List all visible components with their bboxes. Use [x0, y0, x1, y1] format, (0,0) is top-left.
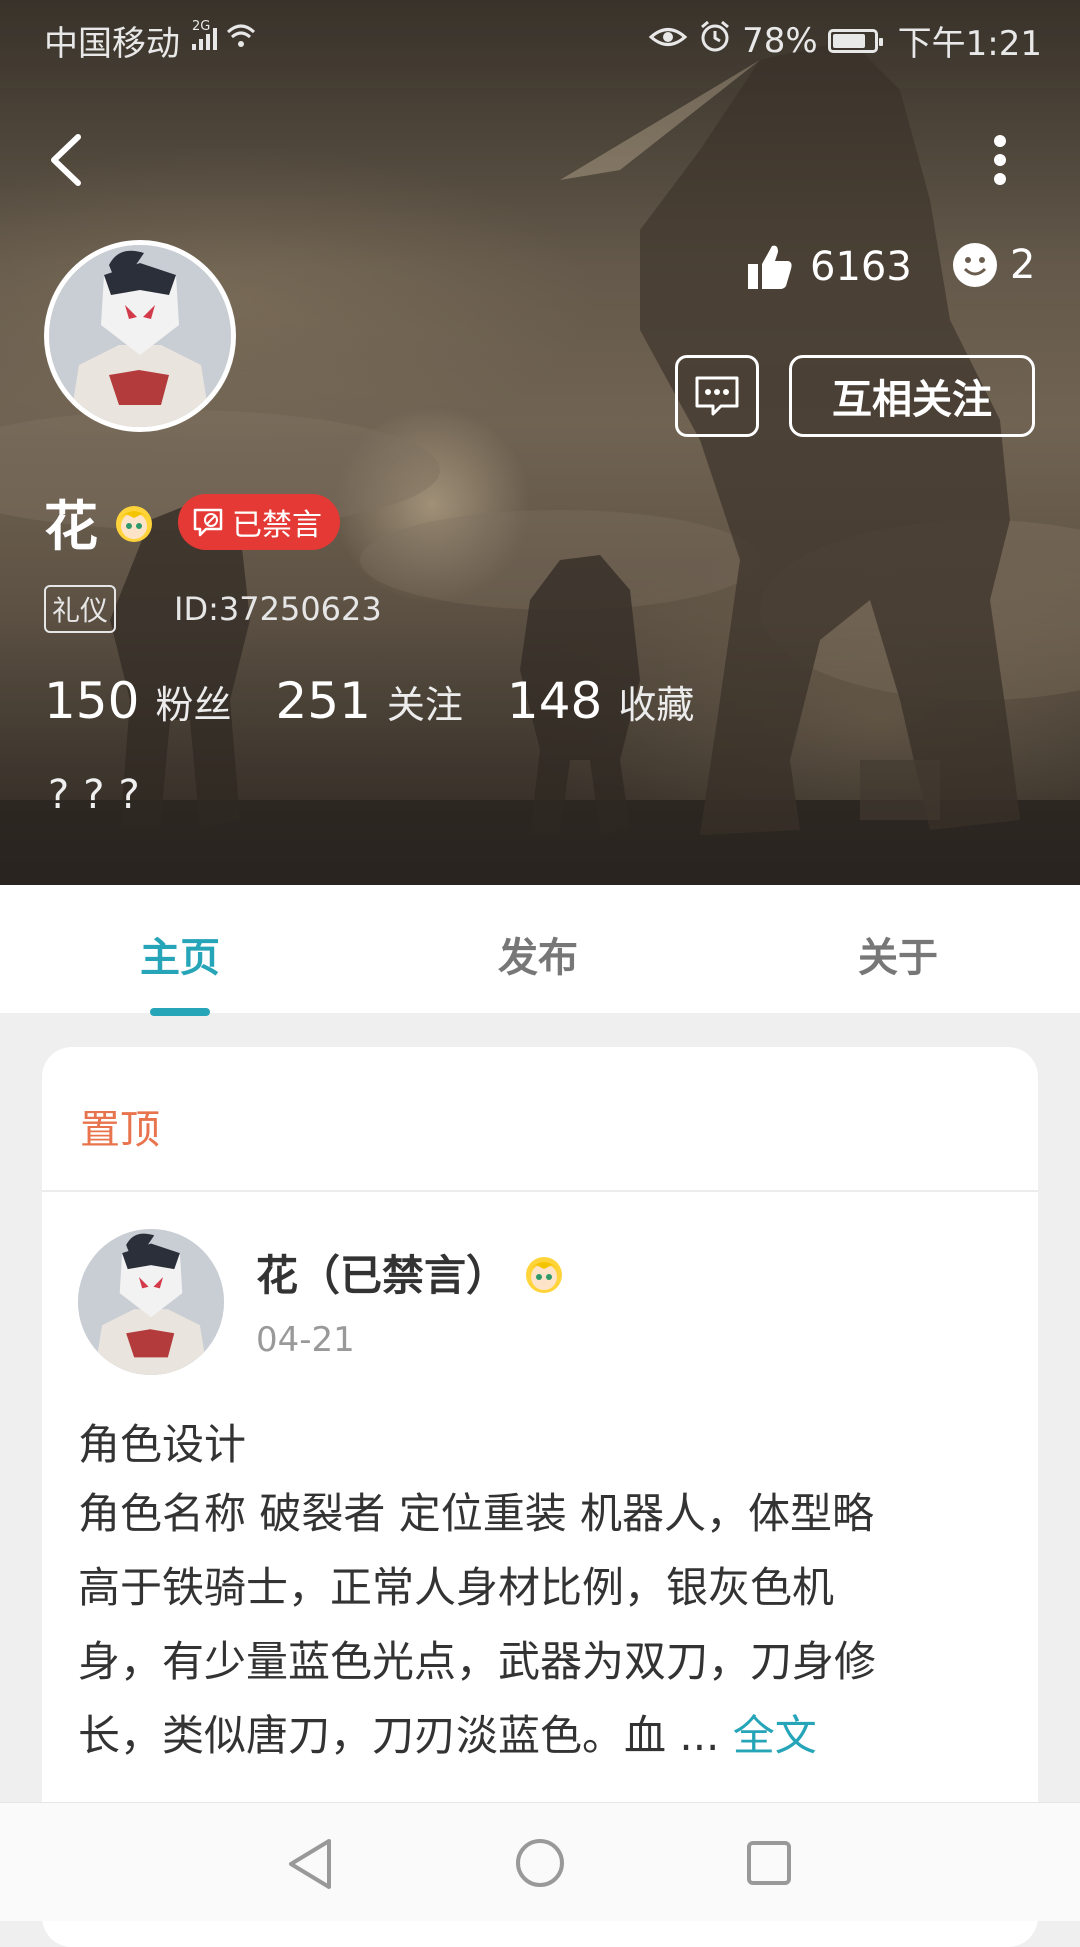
profile-tabs: 主页 发布 关于	[0, 885, 1080, 1013]
post-author-name[interactable]: 花（已禁言）	[256, 1242, 508, 1303]
profile-bio: ???	[48, 772, 154, 818]
tab-posts[interactable]: 发布	[498, 925, 578, 983]
profile-name-row: 花 已禁言	[44, 482, 340, 561]
fans-label[interactable]: 粉丝	[155, 674, 231, 729]
post-author-avatar[interactable]	[78, 1229, 224, 1375]
post-body-line: 角色名称 破裂者 定位重装 机器人，体型略	[78, 1489, 875, 1538]
banned-badge-label: 已禁言	[232, 507, 322, 543]
profile-name: 花	[44, 495, 98, 558]
favorites-count[interactable]: 148	[507, 672, 602, 730]
post-title: 角色设计	[78, 1420, 247, 1469]
character-emoji-icon	[116, 505, 152, 542]
following-label[interactable]: 关注	[387, 674, 463, 729]
carrier-label: 中国移动	[44, 24, 180, 64]
nav-recent-apps-icon[interactable]	[745, 1839, 793, 1887]
thumbs-up-icon	[748, 245, 792, 289]
post-date: 04-21	[256, 1320, 355, 1360]
back-button[interactable]	[40, 125, 100, 195]
clock: 下午1:21	[897, 24, 1042, 64]
active-tab-indicator	[150, 1008, 210, 1016]
fans-count[interactable]: 150	[44, 672, 139, 730]
likes-count: 6163	[810, 244, 912, 290]
following-count[interactable]: 251	[275, 672, 370, 730]
profile-tag: 礼仪	[44, 585, 117, 633]
alarm-icon	[698, 19, 732, 62]
tab-about[interactable]: 关于	[858, 925, 938, 983]
banned-badge: 已禁言	[178, 493, 340, 550]
post-author-row: 花（已禁言）	[256, 1242, 566, 1303]
tab-home[interactable]: 主页	[140, 925, 220, 983]
more-options-button[interactable]	[975, 125, 1025, 195]
post-body-line-last: 长，类似唐刀，刀刃淡蓝色。血 ... 全文	[78, 1699, 1038, 1773]
profile-tag-row: 礼仪 ID:37250623	[44, 585, 382, 633]
nav-home-icon[interactable]	[514, 1837, 566, 1889]
nav-back-icon[interactable]	[285, 1837, 335, 1891]
message-button[interactable]	[675, 355, 759, 437]
post-body: 角色名称 破裂者 定位重装 机器人，体型略 高于铁骑士，正常人身材比例，银灰色机…	[78, 1477, 1038, 1773]
banner-shade	[0, 0, 1080, 885]
read-full-link[interactable]: 全文	[733, 1711, 817, 1760]
smiley-icon	[953, 243, 997, 287]
battery-percent: 78%	[742, 20, 818, 61]
profile-counts: 150 粉丝 251 关注 148 收藏	[44, 672, 738, 730]
reactions-count: 2	[1010, 242, 1036, 288]
character-emoji-icon	[526, 1256, 563, 1293]
eye-icon	[648, 21, 688, 61]
status-bar: 中国移动 2G 78% 下午1:21	[0, 0, 1080, 72]
post-body-line: 长，类似唐刀，刀刃淡蓝色。血 ...	[78, 1711, 720, 1760]
network-type: 2G	[192, 19, 210, 34]
system-navigation-bar	[0, 1802, 1080, 1921]
likes-stat: 6163	[744, 242, 912, 292]
chat-bubble-icon	[695, 376, 739, 416]
battery-icon	[827, 28, 883, 53]
pinned-label: 置顶	[80, 1107, 160, 1153]
post-body-line: 身，有少量蓝色光点，武器为双刀，刀身修	[78, 1637, 877, 1686]
reactions-stat: 2	[952, 242, 1035, 288]
favorites-label[interactable]: 收藏	[618, 674, 694, 729]
profile-id: ID:37250623	[174, 590, 382, 628]
profile-avatar[interactable]	[44, 240, 236, 432]
mutual-follow-button[interactable]: 互相关注	[789, 355, 1035, 437]
muted-chat-icon	[193, 508, 223, 536]
card-divider	[42, 1190, 1038, 1192]
post-body-line: 高于铁骑士，正常人身材比例，银灰色机	[78, 1563, 835, 1612]
profile-header-banner	[0, 0, 1080, 885]
signal-icon: 2G	[184, 18, 264, 63]
